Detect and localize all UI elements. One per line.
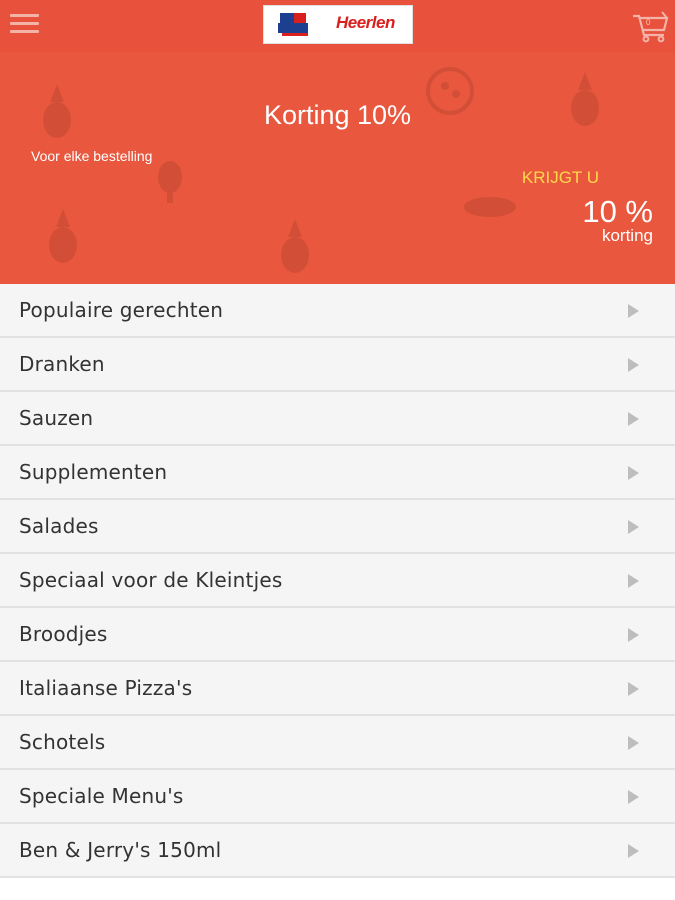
chevron-right-icon bbox=[628, 844, 639, 858]
list-item-label: Sauzen bbox=[19, 406, 94, 430]
list-item-label: Populaire gerechten bbox=[19, 298, 224, 322]
banner-title: Korting 10% bbox=[263, 100, 412, 130]
list-item-label: Dranken bbox=[19, 352, 105, 376]
hamburger-icon[interactable] bbox=[10, 11, 40, 37]
banner-subtitle: Voor elke bestelling bbox=[31, 148, 153, 164]
list-item-label: Schotels bbox=[19, 730, 106, 754]
list-item[interactable]: Populaire gerechten bbox=[0, 284, 675, 338]
korting-label: korting bbox=[601, 226, 653, 245]
chevron-right-icon bbox=[628, 466, 639, 480]
logo-text: Heerlen bbox=[336, 13, 395, 32]
list-item-label: Supplementen bbox=[19, 460, 168, 484]
list-item[interactable]: Sauzen bbox=[0, 392, 675, 446]
chevron-right-icon bbox=[628, 520, 639, 534]
big-grill-badge-icon bbox=[272, 10, 318, 39]
cart-icon[interactable]: 0 bbox=[630, 8, 670, 44]
pineapple-doodle-icon bbox=[281, 219, 309, 273]
chevron-right-icon bbox=[628, 790, 639, 804]
list-item[interactable]: Broodjes bbox=[0, 608, 675, 662]
app-logo: Heerlen bbox=[263, 5, 413, 44]
list-item[interactable]: Salades bbox=[0, 500, 675, 554]
chevron-right-icon bbox=[628, 358, 639, 372]
promo-banner: Korting 10% Voor elke bestelling KRIJGT … bbox=[0, 52, 675, 284]
list-item[interactable]: Dranken bbox=[0, 338, 675, 392]
list-item-label: Ben & Jerry's 150ml bbox=[19, 838, 222, 862]
list-item-label: Speciale Menu's bbox=[19, 784, 184, 808]
krijgt-label: KRIJGT U bbox=[521, 168, 599, 187]
list-item[interactable]: Italiaanse Pizza's bbox=[0, 662, 675, 716]
chevron-right-icon bbox=[628, 628, 639, 642]
chevron-right-icon bbox=[628, 682, 639, 696]
drumstick-doodle-icon bbox=[158, 161, 182, 203]
sandwich-doodle-icon bbox=[464, 197, 516, 217]
pineapple-doodle-icon bbox=[49, 209, 77, 263]
list-item[interactable]: Speciaal voor de Kleintjes bbox=[0, 554, 675, 608]
list-item-label: Italiaanse Pizza's bbox=[19, 676, 193, 700]
chevron-right-icon bbox=[628, 304, 639, 318]
cart-count: 0 bbox=[646, 18, 651, 27]
discount-percent: 10 % bbox=[582, 194, 653, 229]
category-list: Populaire gerechten Dranken Sauzen Suppl… bbox=[0, 284, 675, 878]
top-bar: Heerlen 0 bbox=[0, 0, 675, 52]
list-item-label: Salades bbox=[19, 514, 99, 538]
chevron-right-icon bbox=[628, 412, 639, 426]
list-item-label: Broodjes bbox=[19, 622, 108, 646]
list-item-label: Speciaal voor de Kleintjes bbox=[19, 568, 283, 592]
chevron-right-icon bbox=[628, 574, 639, 588]
list-item[interactable]: Speciale Menu's bbox=[0, 770, 675, 824]
list-item[interactable]: Supplementen bbox=[0, 446, 675, 500]
chevron-right-icon bbox=[628, 736, 639, 750]
list-item[interactable]: Schotels bbox=[0, 716, 675, 770]
list-item[interactable]: Ben & Jerry's 150ml bbox=[0, 824, 675, 878]
